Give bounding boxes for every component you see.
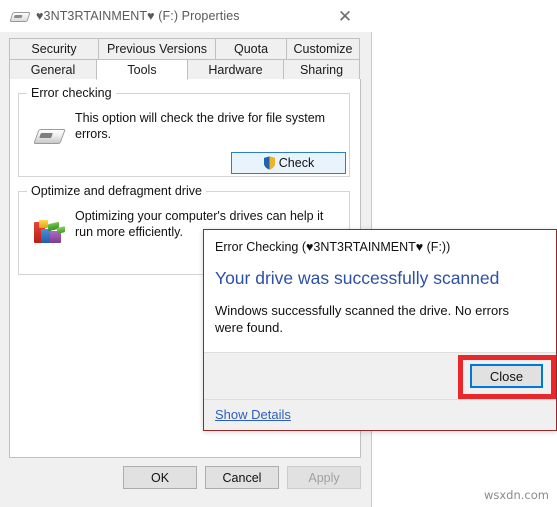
dialog-footer-buttons: OK Cancel Apply — [0, 466, 372, 498]
error-dialog-button-bar: Close — [204, 352, 556, 399]
tab-tools[interactable]: Tools — [96, 59, 188, 80]
tab-row-bottom: General Tools Hardware Sharing — [9, 59, 361, 80]
error-dialog-body: Windows successfully scanned the drive. … — [215, 303, 510, 335]
tab-customize[interactable]: Customize — [286, 38, 360, 59]
error-checking-group: Error checking This option will check th… — [18, 86, 350, 177]
watermark: wsxdn.com — [483, 488, 549, 502]
tab-quota[interactable]: Quota — [215, 38, 287, 59]
titlebar: ♥3NT3RTAINMENT♥ (F:) Properties ✕ — [0, 0, 372, 32]
close-button[interactable]: Close — [470, 364, 543, 388]
tab-sharing[interactable]: Sharing — [283, 59, 360, 80]
ok-button[interactable]: OK — [123, 466, 197, 489]
error-checking-dialog: Error Checking (♥3NT3RTAINMENT♥ (F:)) Yo… — [203, 229, 557, 431]
tab-hardware[interactable]: Hardware — [187, 59, 284, 80]
tab-general[interactable]: General — [9, 59, 97, 80]
tab-previous-versions[interactable]: Previous Versions — [98, 38, 216, 59]
tab-row-top: Security Previous Versions Quota Customi… — [9, 38, 361, 59]
drive-icon — [33, 120, 67, 150]
error-dialog-title: Error Checking (♥3NT3RTAINMENT♥ (F:)) — [215, 240, 451, 254]
show-details-link[interactable]: Show Details — [215, 407, 291, 422]
error-checking-description: This option will check the drive for fil… — [75, 111, 326, 141]
cancel-button[interactable]: Cancel — [205, 466, 279, 489]
drive-icon — [9, 7, 31, 25]
error-dialog-footer: Show Details — [204, 399, 556, 430]
close-icon[interactable]: ✕ — [334, 6, 356, 28]
defrag-icon — [33, 218, 67, 248]
check-button[interactable]: Check — [231, 152, 346, 174]
apply-button: Apply — [287, 466, 361, 489]
tabstrip: Security Previous Versions Quota Customi… — [9, 38, 361, 80]
check-button-label: Check — [278, 156, 315, 170]
uac-shield-icon — [263, 156, 275, 170]
error-dialog-heading: Your drive was successfully scanned — [215, 268, 500, 288]
window-title: ♥3NT3RTAINMENT♥ (F:) Properties — [36, 9, 240, 23]
tab-security[interactable]: Security — [9, 38, 99, 59]
